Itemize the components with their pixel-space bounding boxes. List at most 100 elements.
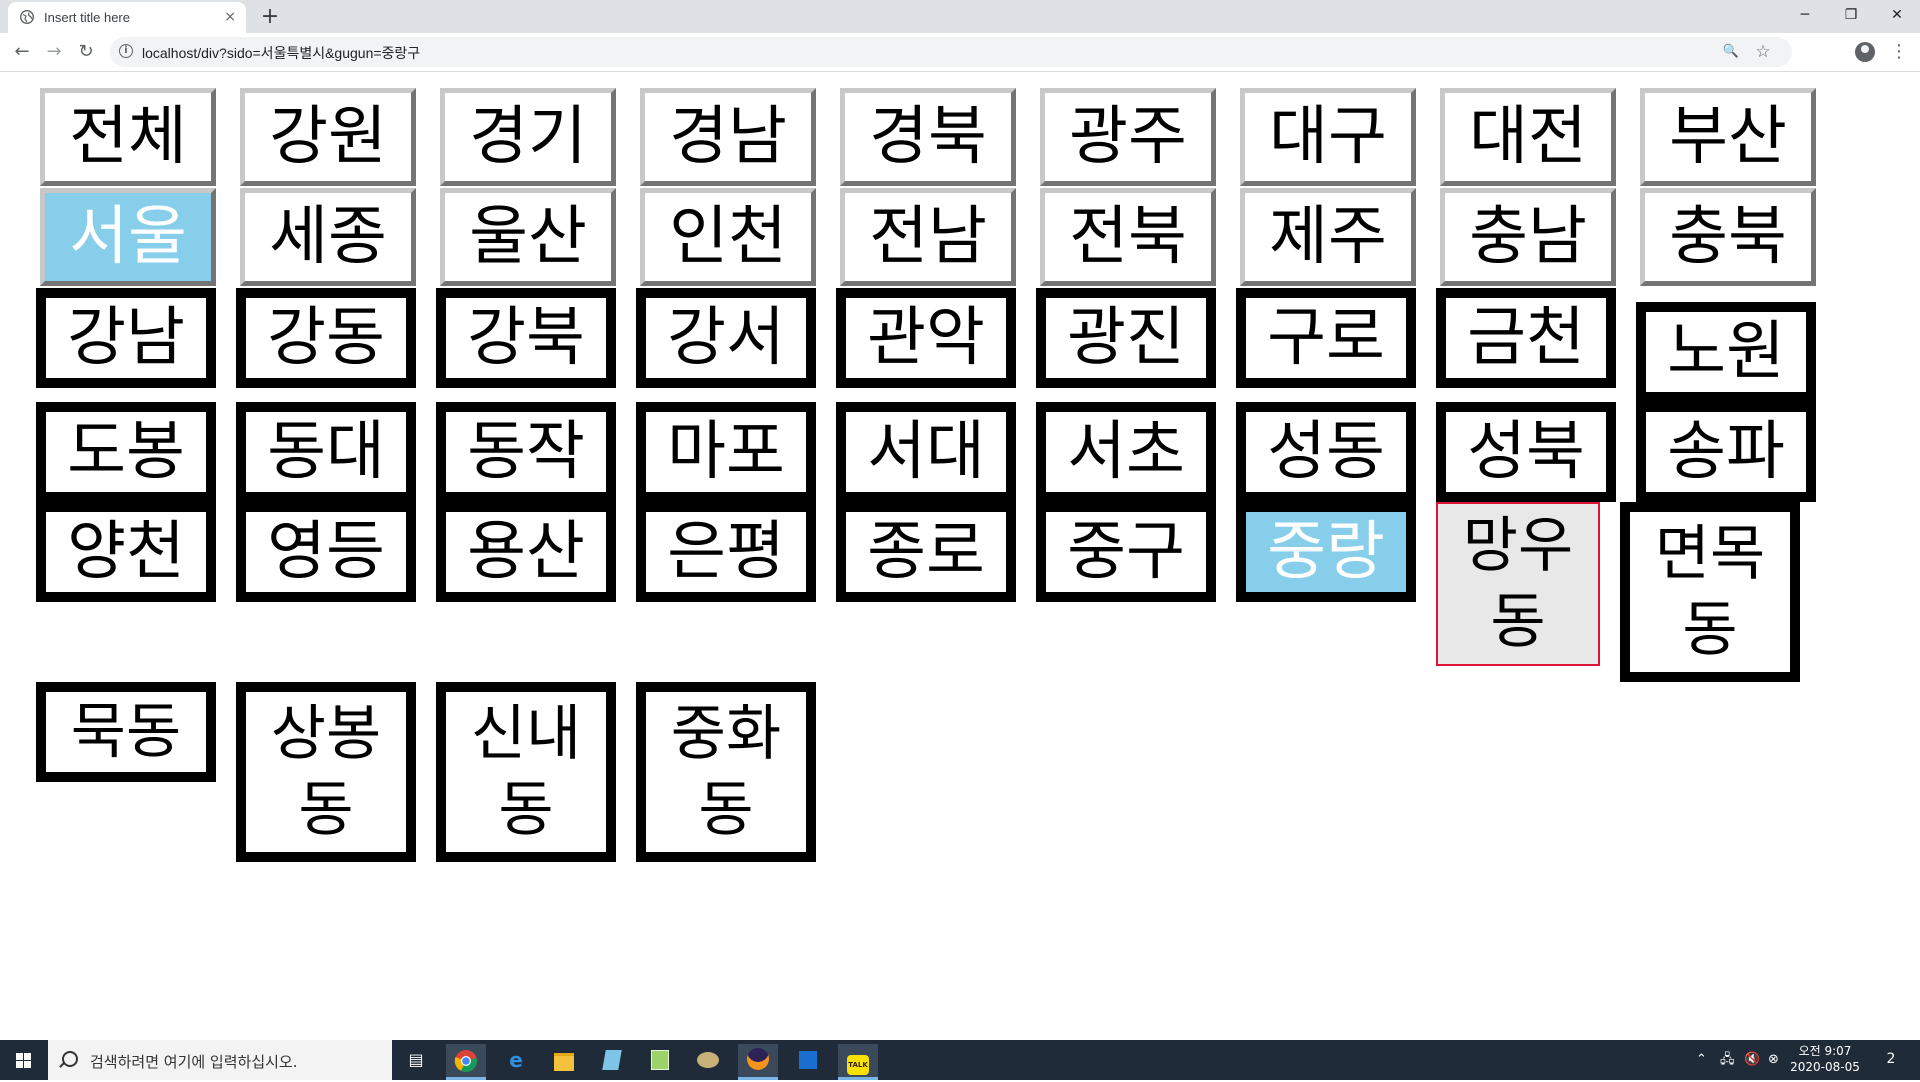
- paint-icon[interactable]: [688, 1044, 728, 1076]
- gugun-button[interactable]: 영등: [236, 502, 416, 602]
- sido-button[interactable]: 부산: [1640, 88, 1816, 186]
- gugun-button[interactable]: 서대: [836, 402, 1016, 502]
- sido-button[interactable]: 충남: [1440, 188, 1616, 286]
- sido-button[interactable]: 경기: [440, 88, 616, 186]
- gugun-button[interactable]: 송파: [1636, 402, 1816, 502]
- tab-title: Insert title here: [44, 10, 130, 25]
- gugun-button[interactable]: 강북: [436, 288, 616, 388]
- sido-button[interactable]: 인천: [640, 188, 816, 286]
- gugun-button[interactable]: 중구: [1036, 502, 1216, 602]
- search-icon: [62, 1051, 78, 1067]
- sido-button[interactable]: 전남: [840, 188, 1016, 286]
- store-icon[interactable]: [788, 1044, 828, 1076]
- url-text[interactable]: localhost/div?sido=서울특별시&gugun=중랑구: [142, 43, 420, 63]
- sido-button[interactable]: 경남: [640, 88, 816, 186]
- notepad-plus-glyph-icon: [651, 1050, 669, 1070]
- start-button[interactable]: [0, 1040, 48, 1080]
- sido-button[interactable]: 제주: [1240, 188, 1416, 286]
- dong-button[interactable]: 신내 동: [436, 682, 616, 862]
- windows-logo-icon: [16, 1053, 31, 1068]
- notepad-plus-icon[interactable]: [640, 1044, 680, 1076]
- reload-button[interactable]: ↻: [72, 38, 100, 66]
- sido-button[interactable]: 전체: [40, 88, 216, 186]
- gugun-button[interactable]: 은평: [636, 502, 816, 602]
- gugun-button[interactable]: 동작: [436, 402, 616, 502]
- address-bar[interactable]: i localhost/div?sido=서울특별시&gugun=중랑구 🔍 ☆: [110, 37, 1792, 67]
- task-view-icon[interactable]: ▤: [396, 1044, 436, 1076]
- sido-button[interactable]: 광주: [1040, 88, 1216, 186]
- new-tab-button[interactable]: +: [256, 3, 284, 31]
- gugun-button[interactable]: 금천: [1436, 288, 1616, 388]
- forward-button[interactable]: →: [40, 38, 68, 66]
- edge-icon[interactable]: e: [496, 1044, 536, 1076]
- store-bag-icon: [799, 1051, 817, 1069]
- sido-button[interactable]: 울산: [440, 188, 616, 286]
- gugun-button[interactable]: 성동: [1236, 402, 1416, 502]
- security-alert-icon[interactable]: ⊗: [1768, 1050, 1779, 1070]
- windows-taskbar: 검색하려면 여기에 입력하십시오. ▤ e TALK ⌃ 🖧 🔇 ⊗ 오전 9:…: [0, 1040, 1920, 1080]
- page-content: 전체 강원 경기 경남 경북 광주 대구 대전 부산 서울 세종 울산 인천 전…: [0, 72, 1920, 1040]
- zoom-icon[interactable]: 🔍: [1720, 41, 1742, 63]
- gugun-button[interactable]: 성북: [1436, 402, 1616, 502]
- gugun-button[interactable]: 강동: [236, 288, 416, 388]
- dong-button[interactable]: 묵동: [36, 682, 216, 782]
- dong-button[interactable]: 상봉 동: [236, 682, 416, 862]
- sido-button[interactable]: 대구: [1240, 88, 1416, 186]
- gugun-button[interactable]: 강서: [636, 288, 816, 388]
- notepad-glyph-icon: [602, 1050, 622, 1070]
- gugun-button[interactable]: 노원: [1636, 302, 1816, 402]
- gugun-button[interactable]: 관악: [836, 288, 1016, 388]
- gugun-button[interactable]: 용산: [436, 502, 616, 602]
- eclipse-icon[interactable]: [738, 1044, 778, 1080]
- gugun-button[interactable]: 강남: [36, 288, 216, 388]
- sido-button[interactable]: 세종: [240, 188, 416, 286]
- back-button[interactable]: ←: [8, 38, 36, 66]
- browser-menu-icon[interactable]: ⋮: [1890, 38, 1908, 66]
- gugun-button[interactable]: 동대: [236, 402, 416, 502]
- sido-button[interactable]: 강원: [240, 88, 416, 186]
- chrome-icon[interactable]: [446, 1044, 486, 1080]
- tab-close-icon[interactable]: ×: [224, 9, 236, 25]
- minimize-button[interactable]: ─: [1782, 0, 1828, 30]
- browser-tab-strip: Insert title here × + ─ ❐ ✕: [0, 0, 1920, 33]
- taskbar-search-box[interactable]: 검색하려면 여기에 입력하십시오.: [48, 1040, 392, 1080]
- gugun-button[interactable]: 서초: [1036, 402, 1216, 502]
- sido-button[interactable]: 전북: [1040, 188, 1216, 286]
- gugun-button[interactable]: 마포: [636, 402, 816, 502]
- eclipse-logo-icon: [747, 1048, 769, 1070]
- kakaotalk-icon[interactable]: TALK: [838, 1044, 878, 1080]
- gugun-button[interactable]: 광진: [1036, 288, 1216, 388]
- chrome-logo-icon: [454, 1050, 477, 1072]
- notification-count: 2: [1886, 1051, 1896, 1067]
- sido-button[interactable]: 경북: [840, 88, 1016, 186]
- gugun-button[interactable]: 도봉: [36, 402, 216, 502]
- taskbar-clock[interactable]: 오전 9:07 2020-08-05: [1790, 1043, 1860, 1075]
- file-explorer-icon[interactable]: [544, 1044, 584, 1076]
- volume-muted-icon[interactable]: 🔇: [1744, 1050, 1760, 1070]
- sido-button[interactable]: 대전: [1440, 88, 1616, 186]
- profile-icon[interactable]: [1855, 42, 1875, 62]
- gugun-button[interactable]: 양천: [36, 502, 216, 602]
- gugun-button[interactable]: 종로: [836, 502, 1016, 602]
- dong-button[interactable]: 중화 동: [636, 682, 816, 862]
- tray-chevron-icon[interactable]: ⌃: [1696, 1050, 1707, 1070]
- palette-icon: [697, 1052, 719, 1068]
- browser-toolbar: ← → ↻ i localhost/div?sido=서울특별시&gugun=중…: [0, 33, 1920, 72]
- restore-button[interactable]: ❐: [1828, 0, 1874, 30]
- close-window-button[interactable]: ✕: [1874, 0, 1920, 30]
- globe-icon: [20, 10, 34, 24]
- search-placeholder: 검색하려면 여기에 입력하십시오.: [90, 1053, 298, 1071]
- browser-tab[interactable]: Insert title here ×: [8, 2, 246, 33]
- network-icon[interactable]: 🖧: [1720, 1050, 1735, 1070]
- sido-button[interactable]: 충북: [1640, 188, 1816, 286]
- dong-button[interactable]: 면목 동: [1620, 502, 1800, 682]
- gugun-button[interactable]: 구로: [1236, 288, 1416, 388]
- notification-center-icon[interactable]: 2: [1880, 1048, 1902, 1070]
- site-info-icon[interactable]: i: [119, 44, 133, 58]
- bookmark-star-icon[interactable]: ☆: [1752, 41, 1774, 63]
- dong-button-hovered[interactable]: 망우 동: [1436, 502, 1600, 666]
- gugun-button-selected[interactable]: 중랑: [1236, 502, 1416, 602]
- clock-date: 2020-08-05: [1790, 1060, 1860, 1074]
- sido-button-selected[interactable]: 서울: [40, 188, 216, 286]
- notepad-icon[interactable]: [592, 1044, 632, 1076]
